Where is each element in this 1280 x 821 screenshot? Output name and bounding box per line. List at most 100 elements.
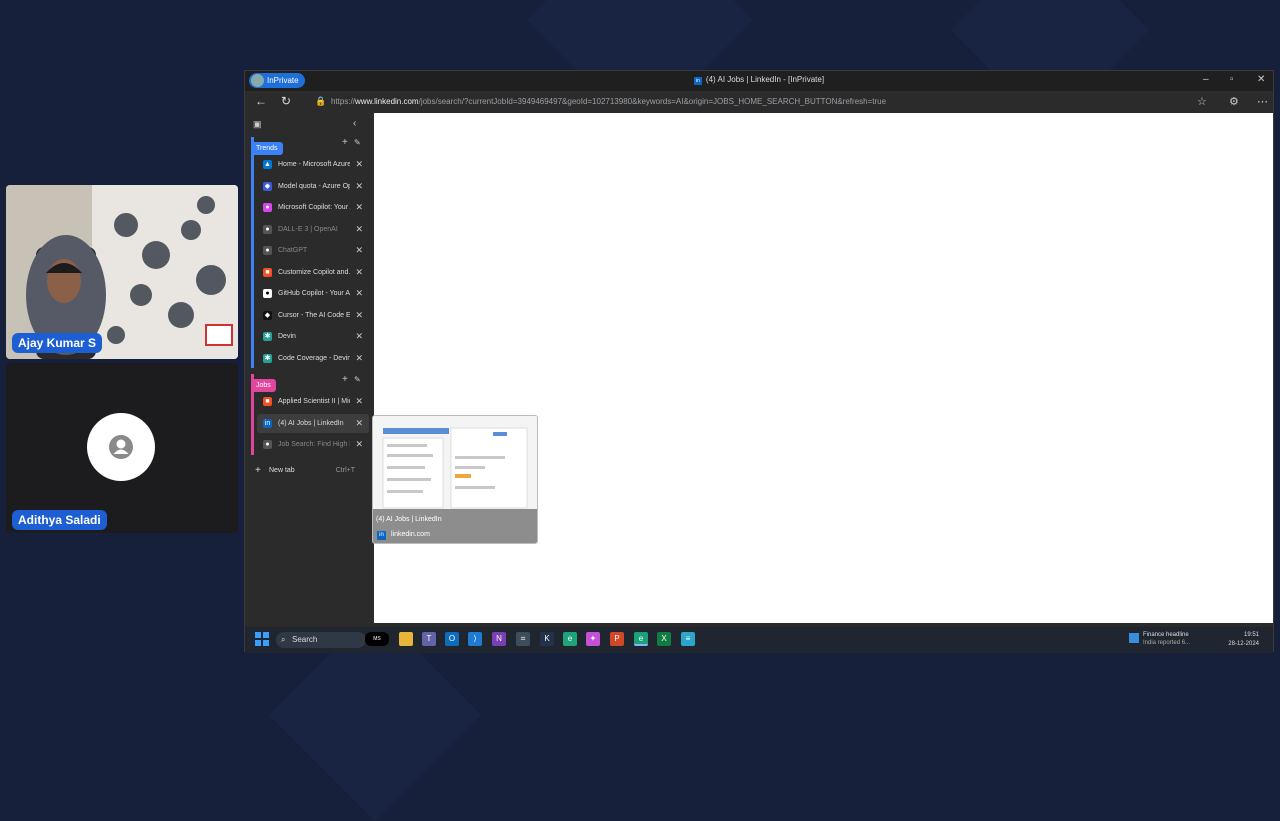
url-field[interactable]: 🔒 https://www.linkedin.com/jobs/search/?c… xyxy=(309,93,1189,110)
onenote-icon[interactable]: N xyxy=(492,632,506,646)
tab-item[interactable]: ■ Customize Copilot and... ✕ xyxy=(257,263,369,282)
tab-title: Cursor - The AI Code Editor xyxy=(278,311,350,319)
microsoft-icon: ■ xyxy=(263,397,272,406)
collapse-sidebar-icon[interactable]: ‹ xyxy=(353,118,356,129)
taskbar: ⌕ Search MS T O ⟩ N ⌗ K e ✦ P e X ≡ Fina… xyxy=(245,627,1273,653)
close-tab-icon[interactable]: ✕ xyxy=(355,435,363,454)
tab-item[interactable]: ◆ Cursor - The AI Code Editor ✕ xyxy=(257,306,369,325)
powerpoint-icon[interactable]: P xyxy=(610,632,624,646)
add-tab-to-group-icon[interactable]: + xyxy=(342,137,348,148)
tab-title: Applied Scientist II | Microsoft Careers xyxy=(278,398,350,405)
tab-preview-domain: linkedin.com xyxy=(391,531,430,538)
tab-title: DALL-E 3 | OpenAI xyxy=(278,225,338,233)
tab-item[interactable]: ◆ Model quota - Azure OpenAI ✕ xyxy=(257,177,369,196)
tab-group-bar xyxy=(251,374,254,455)
minimize-button[interactable]: – xyxy=(1203,74,1209,85)
teams-icon[interactable]: T xyxy=(422,632,436,646)
chatgpt-icon: ● xyxy=(263,246,272,255)
system-clock[interactable]: 19:51 28-12-2024 xyxy=(1228,631,1259,649)
tab-actions-icon[interactable]: ▣ xyxy=(253,119,262,130)
tab-item[interactable]: ● GitHub Copilot - Your AI pair programme… xyxy=(257,284,369,303)
more-menu-icon[interactable]: ⋯ xyxy=(1257,95,1268,108)
vscode-icon[interactable]: ⟩ xyxy=(468,632,482,646)
extensions-icon[interactable]: ⚙ xyxy=(1229,95,1239,108)
close-tab-icon[interactable]: ✕ xyxy=(355,327,363,346)
plus-icon: + xyxy=(255,465,261,476)
page-content[interactable] xyxy=(374,113,1273,623)
close-tab-icon[interactable]: ✕ xyxy=(355,177,363,196)
tab-title: Home - Microsoft Azure xyxy=(278,161,350,168)
add-tab-to-group-icon[interactable]: + xyxy=(342,374,348,385)
maximize-button[interactable]: ▫ xyxy=(1230,74,1234,85)
refresh-button[interactable]: ↻ xyxy=(281,94,291,108)
tab-title: Customize Copilot and... xyxy=(278,268,350,276)
back-button[interactable]: ← xyxy=(255,94,267,108)
url-host: www.linkedin.com xyxy=(355,97,419,106)
tab-title: Job Search: Find High Paying Jobs xyxy=(278,441,350,448)
kql-icon[interactable]: K xyxy=(540,632,554,646)
close-window-button[interactable]: ✕ xyxy=(1257,74,1265,85)
devin-docs-icon: ✱ xyxy=(263,353,272,363)
tab-item[interactable]: in (4) AI Jobs | LinkedIn ✕ xyxy=(257,413,369,433)
tab-item[interactable]: ● Job Search: Find High Paying Jobs ✕ xyxy=(257,435,369,454)
tab-item[interactable]: ● Microsoft Copilot: Your AI companion ✕ xyxy=(257,198,369,217)
vertical-tabs-sidebar: ▣ ‹ Trends + ✎ ▲ Home - Microsoft Azure ✕ ◆ Mod… xyxy=(245,113,373,627)
edge-icon[interactable]: e xyxy=(563,632,577,646)
participant-video-tile[interactable]: Ajay Kumar S xyxy=(6,185,238,359)
close-tab-icon[interactable]: ✕ xyxy=(355,198,363,217)
avatar xyxy=(87,413,155,481)
lock-icon: 🔒 xyxy=(315,96,327,106)
file-explorer-icon[interactable] xyxy=(399,632,413,646)
close-tab-icon[interactable]: ✕ xyxy=(355,155,363,174)
close-tab-icon[interactable]: ✕ xyxy=(355,306,363,325)
close-tab-icon[interactable]: ✕ xyxy=(355,263,363,282)
url-path: /jobs/search/?currentJobId=3949469497&ge… xyxy=(418,97,887,106)
tab-preview-info: (4) AI Jobs | LinkedIn in linkedin.com xyxy=(373,509,537,543)
new-tab-shortcut: Ctrl+T xyxy=(335,467,355,474)
browser-window: InPrivate in (4) AI Jobs | LinkedIn - [In… xyxy=(244,70,1274,653)
tab-item[interactable]: ▲ Home - Microsoft Azure ✕ xyxy=(257,155,369,174)
tab-item[interactable]: ✱ Code Coverage - Devin ✕ xyxy=(257,349,369,368)
edit-group-icon[interactable]: ✎ xyxy=(354,375,361,384)
new-tab-label: New tab xyxy=(269,467,295,474)
taskbar-search-label: Search xyxy=(292,635,318,644)
copilot-icon: ● xyxy=(263,203,272,212)
notepad-icon[interactable]: ≡ xyxy=(681,632,695,646)
close-tab-icon[interactable]: ✕ xyxy=(355,392,363,411)
close-tab-icon[interactable]: ✕ xyxy=(355,241,363,260)
search-icon: ⌕ xyxy=(281,635,286,644)
openai-icon: ● xyxy=(263,224,272,234)
tab-group-label[interactable]: Trends xyxy=(251,142,283,155)
tab-group-header[interactable]: Trends + ✎ xyxy=(251,137,365,155)
news-widget[interactable]: Finance headline India reported 6... xyxy=(1129,631,1190,647)
close-tab-icon[interactable]: ✕ xyxy=(355,349,363,368)
tab-item[interactable]: ● ChatGPT ✕ xyxy=(257,241,369,260)
tab-group-label[interactable]: Jobs xyxy=(251,379,276,392)
close-tab-icon[interactable]: ✕ xyxy=(355,220,363,239)
participant-avatar-tile[interactable]: Adithya Saladi xyxy=(6,363,238,533)
github-icon: ● xyxy=(263,289,272,298)
excel-icon[interactable]: X xyxy=(657,632,671,646)
app-icon[interactable]: ⌗ xyxy=(516,632,530,646)
taskbar-search[interactable]: ⌕ Search xyxy=(276,632,366,648)
favorite-star-icon[interactable]: ☆ xyxy=(1197,95,1207,108)
participant-name: Ajay Kumar S xyxy=(12,333,103,353)
copilot-promo-icon[interactable]: MS xyxy=(365,632,389,646)
devin-icon: ✱ xyxy=(263,332,272,341)
microsoft-icon: ■ xyxy=(263,267,272,277)
close-tab-icon[interactable]: ✕ xyxy=(355,284,363,303)
tab-item[interactable]: ■ Applied Scientist II | Microsoft Career… xyxy=(257,392,369,411)
news-title: Finance headline xyxy=(1143,632,1189,638)
azure-icon: ▲ xyxy=(263,160,272,169)
edit-group-icon[interactable]: ✎ xyxy=(354,138,361,147)
tab-item[interactable]: ● DALL-E 3 | OpenAI ✕ xyxy=(257,220,369,239)
linkedin-icon: in xyxy=(693,77,702,85)
copilot-icon[interactable]: ✦ xyxy=(586,632,600,646)
windows-start-icon[interactable] xyxy=(255,632,269,646)
tab-item[interactable]: ✱ Devin ✕ xyxy=(257,327,369,346)
new-tab-button[interactable]: + New tab Ctrl+T xyxy=(253,463,365,479)
edge-active-icon[interactable]: e xyxy=(634,632,648,646)
outlook-icon[interactable]: O xyxy=(445,632,459,646)
tab-group-header[interactable]: Jobs + ✎ xyxy=(251,374,365,392)
close-tab-icon[interactable]: ✕ xyxy=(355,414,363,433)
